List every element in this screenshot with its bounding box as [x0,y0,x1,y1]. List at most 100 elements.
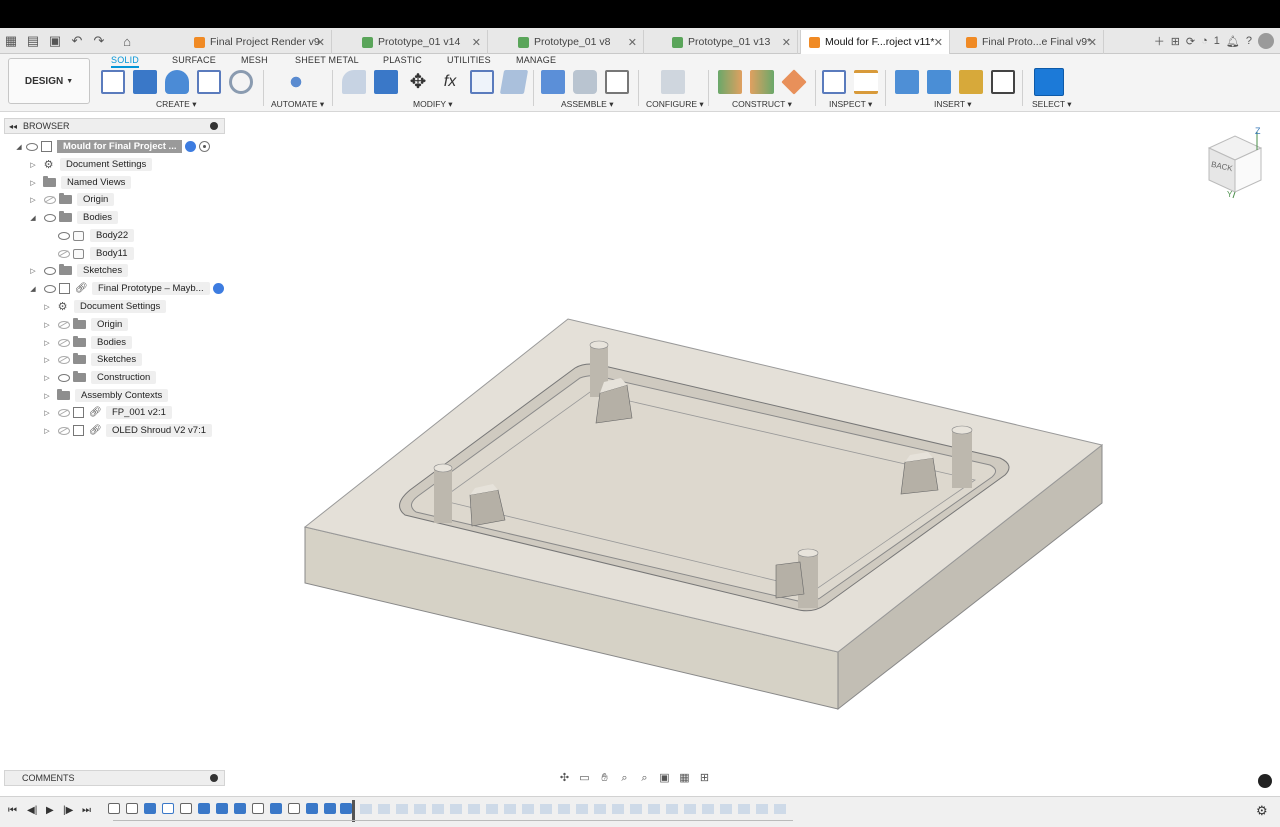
expand-arrow-icon[interactable]: ▷ [28,161,38,169]
fillet-icon[interactable] [342,70,366,94]
insert-image-icon[interactable] [927,70,951,94]
browser-item-sub-bodies[interactable]: ▷ Bodies [42,334,133,351]
undo-icon[interactable]: ↶ [66,30,88,52]
close-icon[interactable]: ✕ [472,36,481,49]
timeline-feature[interactable] [340,803,352,814]
visibility-icon[interactable] [56,231,70,240]
expand-arrow-icon[interactable]: ◢ [14,143,24,151]
expand-arrow-icon[interactable]: ▷ [28,179,38,187]
timeline-feature[interactable] [234,803,246,814]
section-analysis-icon[interactable] [822,70,846,94]
doc-tab-5[interactable]: Mould for F...roject v11* ✕ [800,30,950,54]
revolve-icon[interactable] [165,70,189,94]
browser-item-sub-origin[interactable]: ▷ Origin [42,316,129,333]
tab-mesh[interactable]: MESH [241,55,268,65]
browser-item-body22[interactable]: Body22 [56,227,135,244]
press-pull-icon[interactable] [374,70,398,94]
pipe-icon[interactable] [229,70,253,94]
bell-icon[interactable]: 🔔︎ [1226,35,1240,48]
timeline-feature[interactable] [144,803,156,814]
browser-item-sub-document-settings[interactable]: ▷ ⚙ Document Settings [42,298,167,315]
expand-arrow-icon[interactable]: ▷ [42,321,52,329]
visibility-off-icon[interactable] [56,338,70,347]
insert-dxf-icon[interactable] [991,70,1015,94]
browser-item-fp001[interactable]: ▷ 🔗︎ FP_001 v2:1 [42,404,172,421]
doc-tab-4[interactable]: Prototype_01 v13 ✕ [664,30,798,54]
group-automate[interactable]: AUTOMATE ▾ [271,99,324,110]
expand-arrow-icon[interactable]: ◢ [28,214,38,222]
tab-solid[interactable]: SOLID [111,55,140,68]
tab-surface[interactable]: SURFACE [172,55,216,65]
play-icon[interactable]: ▶︎ [46,805,54,816]
zoom-window-icon[interactable]: ⌕ [637,772,652,784]
parameters-icon[interactable]: fx [438,70,462,94]
step-back-icon[interactable]: ◀︎| [27,805,37,816]
browser-panel-header[interactable]: ◂◂ BROWSER [4,118,225,134]
visibility-off-icon[interactable] [42,195,56,204]
visibility-icon[interactable] [24,142,38,151]
expand-arrow-icon[interactable]: ▷ [42,392,52,400]
browser-item-document-settings[interactable]: ▷ ⚙ Document Settings [28,156,153,173]
panel-pin-icon[interactable] [210,122,218,130]
save-icon[interactable]: ▣ [44,30,66,52]
timeline-feature[interactable] [288,803,300,814]
expand-arrow-icon[interactable]: ▷ [42,356,52,364]
visibility-off-icon[interactable] [56,320,70,329]
browser-item-construction[interactable]: ▷ Construction [42,369,157,386]
expand-arrow-icon[interactable]: ▷ [42,339,52,347]
panel-pin-icon[interactable] [210,774,218,782]
configure-icon[interactable] [661,70,685,94]
visibility-icon[interactable] [56,373,70,382]
activate-radio-icon[interactable] [199,141,211,152]
timeline-suppressed-features[interactable] [360,804,792,814]
browser-item-body11[interactable]: Body11 [56,245,134,262]
workspace-switcher[interactable]: DESIGN ▼ [8,58,90,104]
expand-arrow-icon[interactable]: ▷ [42,427,52,435]
sync-icon[interactable]: ⟳ [1186,35,1195,48]
browser-item-assembly-contexts[interactable]: ▷ Assembly Contexts [42,387,169,404]
group-inspect[interactable]: INSPECT ▾ [829,99,872,110]
help-icon[interactable]: ? [1246,35,1252,47]
move-icon[interactable]: ✥ [406,70,430,94]
timeline-feature[interactable] [198,803,210,814]
chat-icon[interactable] [1258,774,1272,788]
go-to-end-icon[interactable]: ⏭ [82,805,91,816]
timeline-feature[interactable] [270,803,282,814]
group-select[interactable]: SELECT ▾ [1032,99,1072,110]
redo-icon[interactable]: ↷ [88,30,110,52]
zoom-icon[interactable]: ⌕ [617,772,632,784]
job-status-icon[interactable]: ◔ [1201,35,1208,47]
browser-item-bodies[interactable]: ◢ Bodies [28,209,119,226]
tab-utilities[interactable]: UTILITIES [447,55,491,65]
timeline-feature[interactable] [126,803,138,814]
offset-plane-icon[interactable] [718,70,742,94]
timeline-feature[interactable] [324,803,336,814]
group-create[interactable]: CREATE ▾ [156,99,197,110]
step-forward-icon[interactable]: |▶︎ [63,805,73,816]
notification-count[interactable]: 1 [1214,35,1220,47]
insert-mesh-icon[interactable] [959,70,983,94]
tab-manage[interactable]: MANAGE [516,55,556,65]
tab-sheet-metal[interactable]: SHEET METAL [295,55,359,65]
visibility-off-icon[interactable] [56,355,70,364]
plane-at-angle-icon[interactable] [750,70,774,94]
app-grid-icon[interactable]: ▦ [0,30,22,52]
browser-item-named-views[interactable]: ▷ Named Views [28,174,132,191]
collapse-panel-icon[interactable]: ◂◂ [9,122,17,131]
home-icon[interactable]: ⌂ [116,30,138,52]
measure-icon[interactable] [854,70,878,94]
timeline-settings-icon[interactable]: ⚙ [1256,803,1268,819]
joint-icon[interactable] [573,70,597,94]
expand-arrow-icon[interactable]: ▷ [42,374,52,382]
expand-arrow-icon[interactable]: ▷ [42,303,52,311]
visibility-icon[interactable] [42,213,56,222]
visibility-off-icon[interactable] [56,408,70,417]
new-tab-icon[interactable]: ＋ [1154,33,1165,49]
group-construct[interactable]: CONSTRUCT ▾ [732,99,792,110]
go-to-start-icon[interactable]: ⏮ [8,805,17,816]
doc-tab-6[interactable]: Final Proto...e Final v9* ✕ [958,30,1104,54]
group-assemble[interactable]: ASSEMBLE ▾ [561,99,613,110]
viewports-icon[interactable]: ⊞ [697,772,712,784]
rectangle-icon[interactable] [197,70,221,94]
select-icon[interactable] [1034,68,1064,96]
